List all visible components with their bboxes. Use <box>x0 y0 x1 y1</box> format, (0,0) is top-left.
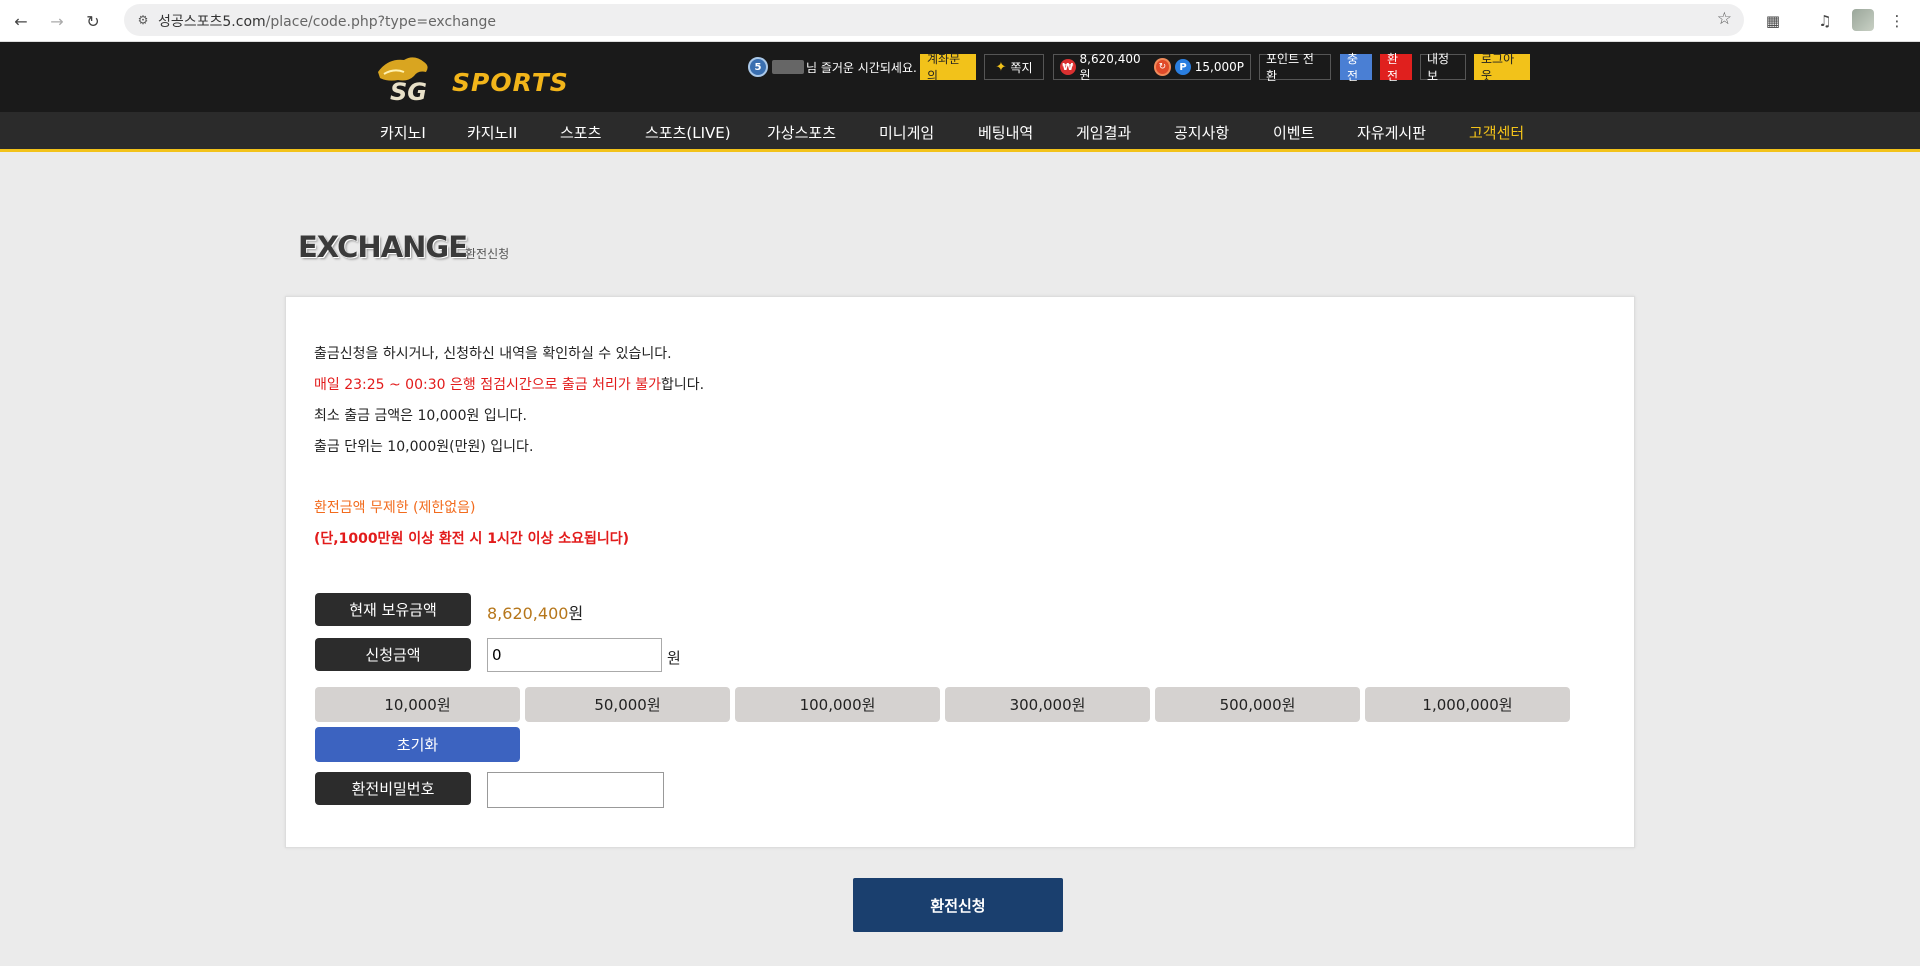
deposit-button[interactable]: 충전 <box>1340 52 1372 83</box>
quick-amount-1000000-button[interactable]: 1,000,000원 <box>1365 687 1570 722</box>
nav-casino-2[interactable]: 카지노II <box>467 122 517 143</box>
withdraw-button[interactable]: 환전 <box>1380 52 1412 83</box>
main-nav: 카지노I 카지노II 스포츠 스포츠(LIVE) 가상스포츠 미니게임 베팅내역… <box>0 112 1920 152</box>
extensions-icon[interactable]: ▦ <box>1760 8 1786 34</box>
username-blurred <box>772 60 804 74</box>
address-bar[interactable]: ⚙ 성공스포츠5.com/place/code.php?type=exchang… <box>124 4 1744 36</box>
nav-virtual-sports[interactable]: 가상스포츠 <box>767 122 836 143</box>
balance-display: ₩ 8,620,400원 ↻ P 15,000P <box>1053 51 1251 82</box>
won-icon: ₩ <box>1060 59 1076 75</box>
url-text: 성공스포츠5.com/place/code.php?type=exchange <box>158 14 496 30</box>
quick-amount-10000-button[interactable]: 10,000원 <box>315 687 520 722</box>
profile-avatar[interactable] <box>1852 9 1874 31</box>
nav-sports-live[interactable]: 스포츠(LIVE) <box>645 122 731 143</box>
site-logo[interactable]: SG SPORTS <box>374 52 576 104</box>
user-greeting: 5 님 즐거운 시간되세요. <box>748 54 917 80</box>
quick-amount-100000-button[interactable]: 100,000원 <box>735 687 940 722</box>
bookmark-star-icon[interactable]: ☆ <box>1717 9 1732 29</box>
horse-logo-icon: SG <box>378 57 428 104</box>
notice-line-6: (단,1000만원 이상 환전 시 1시간 이상 소요됩니다) <box>314 531 630 547</box>
point-icon: P <box>1175 59 1191 75</box>
messages-button[interactable]: ✦ 쪽지 <box>984 54 1044 80</box>
current-balance-value: 8,620,400 <box>487 604 569 623</box>
menu-dots-icon[interactable]: ⋮ <box>1884 8 1910 34</box>
brand-text: SPORTS <box>452 68 569 97</box>
notice-line-1: 출금신청을 하시거나, 신청하신 내역을 확인하실 수 있습니다. <box>314 346 672 362</box>
amount-input[interactable] <box>487 638 662 672</box>
nav-mini-game[interactable]: 미니게임 <box>879 122 934 143</box>
back-icon[interactable]: ← <box>8 8 34 34</box>
svg-text:SG: SG <box>390 78 427 104</box>
point-convert-button[interactable]: 포인트 전환 <box>1259 52 1331 83</box>
nav-free-board[interactable]: 자유게시판 <box>1357 122 1426 143</box>
media-control-icon[interactable]: ♫ <box>1812 8 1838 34</box>
forward-icon[interactable]: → <box>44 8 70 34</box>
nav-game-results[interactable]: 게임결과 <box>1076 122 1131 143</box>
nav-events[interactable]: 이벤트 <box>1273 122 1314 143</box>
amount-unit: 원 <box>667 649 681 667</box>
notice-line-2-suffix: 합니다. <box>660 377 705 393</box>
notice-line-5: 환전금액 무제한 (제한없음) <box>314 500 476 516</box>
notice-line-2: 매일 23:25 ~ 00:30 은행 점검시간으로 출금 처리가 불가합니다. <box>314 374 704 394</box>
page-subtitle: 환전신청 <box>465 247 510 261</box>
nav-sports[interactable]: 스포츠 <box>560 122 601 143</box>
notice-maintenance-text: 매일 23:25 ~ 00:30 은행 점검시간으로 출금 처리가 불가 <box>314 377 661 393</box>
nav-notices[interactable]: 공지사항 <box>1174 122 1229 143</box>
level-icon: 5 <box>748 57 768 77</box>
message-icon: ✦ <box>995 59 1007 75</box>
nav-casino-1[interactable]: 카지노I <box>380 122 426 143</box>
greeting-text: 님 즐거운 시간되세요. <box>806 60 917 75</box>
submit-exchange-button[interactable]: 환전신청 <box>853 878 1063 932</box>
page-title: EXCHANGE <box>298 230 468 264</box>
account-inquiry-button[interactable]: 계좌문의 <box>920 52 976 83</box>
notice-line-4: 출금 단위는 10,000원(만원) 입니다. <box>314 439 534 455</box>
quick-amount-500000-button[interactable]: 500,000원 <box>1155 687 1360 722</box>
balance-label: 현재 보유금액 <box>315 593 471 626</box>
notice-line-3: 최소 출금 금액은 10,000원 입니다. <box>314 408 527 424</box>
site-info-icon[interactable]: ⚙ <box>134 11 152 29</box>
current-balance-unit: 원 <box>568 604 584 623</box>
site-header: SG SPORTS 5 님 즐거운 시간되세요. 계좌문의 ✦ 쪽지 ₩ 8,6… <box>0 42 1920 112</box>
password-label: 환전비밀번호 <box>315 772 471 805</box>
amount-label: 신청금액 <box>315 638 471 671</box>
refresh-balance-icon[interactable]: ↻ <box>1153 58 1172 76</box>
messages-label: 쪽지 <box>1010 60 1033 75</box>
my-info-button[interactable]: 내정보 <box>1420 52 1466 83</box>
points-amount: 15,000P <box>1194 60 1245 74</box>
quick-amount-50000-button[interactable]: 50,000원 <box>525 687 730 722</box>
reload-icon[interactable]: ↻ <box>80 8 106 34</box>
exchange-password-input[interactable] <box>487 772 664 808</box>
nav-betting-history[interactable]: 베팅내역 <box>978 122 1033 143</box>
quick-amount-300000-button[interactable]: 300,000원 <box>945 687 1150 722</box>
reset-button[interactable]: 초기화 <box>315 727 520 762</box>
balance-amount: 8,620,400원 <box>1079 51 1141 82</box>
current-balance: 8,620,400원 <box>487 600 583 624</box>
nav-customer-center[interactable]: 고객센터 <box>1469 122 1524 143</box>
logout-button[interactable]: 로그아웃 <box>1474 52 1530 83</box>
browser-toolbar: ← → ↻ ⚙ 성공스포츠5.com/place/code.php?type=e… <box>0 0 1920 42</box>
